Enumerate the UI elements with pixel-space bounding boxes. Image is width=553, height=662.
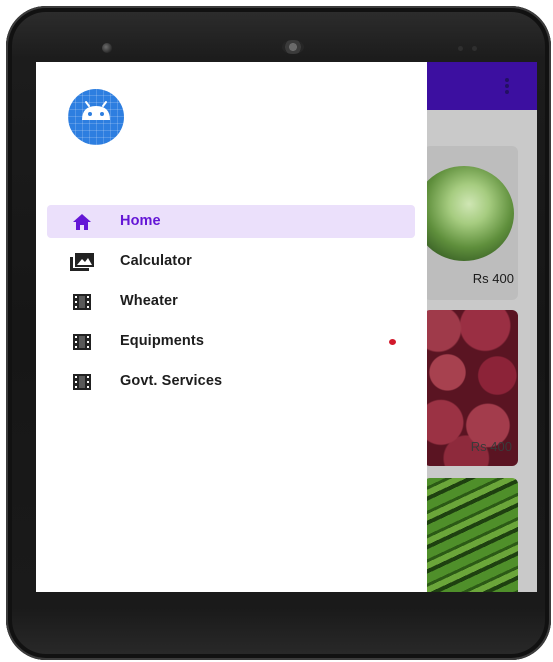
device-screen: Rs 400 Rs 400 Home Calculator Wheater Eq… [36,62,537,592]
bottom-bezel [6,592,551,660]
nav-item-label: Home [120,213,161,229]
android-icon [68,89,124,145]
notification-badge [389,339,396,345]
earpiece-speaker [282,40,304,54]
navigation-drawer: Home Calculator Wheater Equipments Govt.… [36,62,427,592]
nav-item-label: Govt. Services [120,373,223,389]
nav-item-label: Calculator [120,253,192,269]
film-icon [69,292,95,312]
film-icon [69,332,95,352]
nav-item-equipments[interactable]: Equipments [47,325,415,358]
nav-item-home[interactable]: Home [47,205,415,238]
nav-item-label: Wheater [120,293,178,309]
front-camera [102,43,112,53]
light-sensor [472,46,477,51]
nav-item-calculator[interactable]: Calculator [47,245,415,278]
film-icon [69,372,95,392]
nav-item-govt-services[interactable]: Govt. Services [47,365,415,398]
nav-item-wheater[interactable]: Wheater [47,285,415,318]
photo-library-icon [69,252,95,272]
nav-item-label: Equipments [120,333,204,349]
home-icon [69,212,95,232]
proximity-sensor [458,46,463,51]
